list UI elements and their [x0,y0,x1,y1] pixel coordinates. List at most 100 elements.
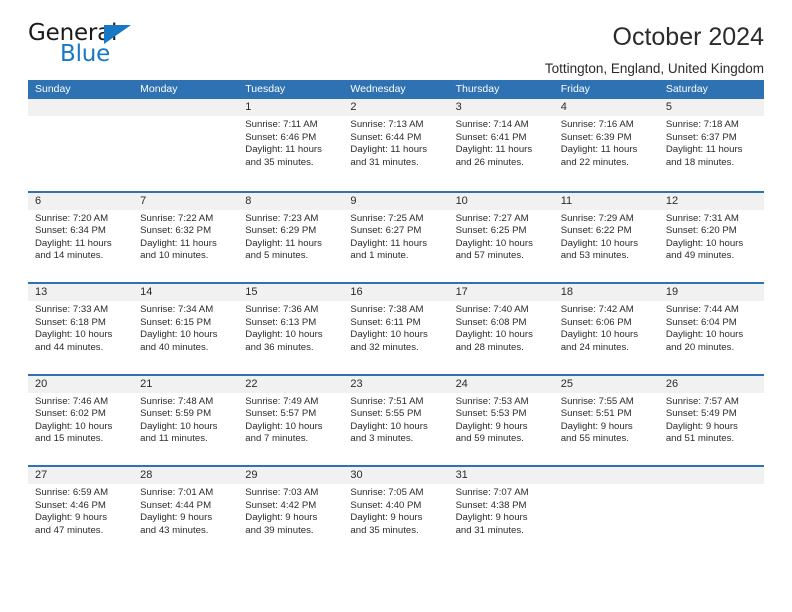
daylight-text-line1: Daylight: 10 hours [665,329,744,341]
sunrise-text: Sunrise: 7:11 AM [245,119,318,130]
calendar-day-cell[interactable]: 19 Sunrise: 7:44 AM Sunset: 6:04 PM Dayligh… [658,284,764,374]
brand-name-blue: Blue [60,41,111,67]
calendar-day-cell[interactable]: 9 Sunrise: 7:25 AM Sunset: 6:27 PM Daylight… [343,192,449,282]
day-details: Sunrise: 7:42 AM Sunset: 6:06 PM Daylight:… [554,301,659,354]
calendar-day-cell[interactable]: 5 Sunrise: 7:18 AM Sunset: 6:37 PM Daylight… [658,99,764,191]
day-number: 29 [245,469,258,481]
calendar-day-cell[interactable]: 28 Sunrise: 7:01 AM Sunset: 4:44 PM Dayligh… [133,467,239,557]
sunset-text: Sunset: 6:06 PM [560,316,632,328]
sunset-text: Sunset: 6:11 PM [350,316,421,328]
brand-logo[interactable]: General Blue [28,22,146,72]
day-number-band: 6 [28,192,134,210]
calendar-weeks: 1 Sunrise: 7:11 AM Sunset: 6:46 PM Daylight… [28,99,764,557]
calendar-day-cell[interactable]: 31 Sunrise: 7:07 AM Sunset: 4:38 PM Dayligh… [448,467,554,557]
day-details: Sunrise: 7:05 AM Sunset: 4:40 PM Daylight:… [343,484,448,537]
sunrise-text: Sunrise: 7:53 AM [455,395,529,407]
daylight-text-line2: and 22 minutes. [560,156,629,168]
calendar-day-cell[interactable]: 11 Sunrise: 7:29 AM Sunset: 6:22 PM Dayligh… [553,192,659,282]
day-number-band: 21 [133,375,239,393]
daylight-text-line1: Daylight: 10 hours [560,329,639,341]
calendar-day-cell[interactable]: 4 Sunrise: 7:16 AM Sunset: 6:39 PM Daylight… [553,99,659,191]
daylight-text-line2: and 7 minutes. [245,433,309,445]
day-number-band [553,467,659,484]
day-number-band [133,99,239,116]
calendar-day-cell[interactable]: 25 Sunrise: 7:55 AM Sunset: 5:51 PM Dayligh… [553,375,659,465]
sunset-text: Sunset: 4:38 PM [455,499,527,511]
daylight-text-line1: Daylight: 11 hours [665,144,743,156]
day-number: 19 [665,286,679,298]
day-number-band: 8 [238,192,344,210]
calendar-day-cell[interactable]: 1 Sunrise: 7:11 AM Sunset: 6:46 PM Daylight… [238,99,344,191]
calendar-day-cell[interactable]: 7 Sunrise: 7:22 AM Sunset: 6:32 PM Daylight… [133,192,239,282]
calendar-day-cell[interactable]: 21 Sunrise: 7:48 AM Sunset: 5:59 PM Dayligh… [133,375,239,465]
day-details: Sunrise: 7:07 AM Sunset: 4:38 PM Daylight:… [449,484,554,537]
day-number-band: 16 [343,284,449,301]
day-number-band: 3 [448,99,554,116]
day-number-band: 12 [658,192,764,210]
sunset-text: Sunset: 5:51 PM [560,408,632,420]
weekday-header-monday: Monday [140,83,178,95]
page-title: October 2024 [612,23,765,51]
sunset-text: Sunset: 6:25 PM [455,225,527,237]
sunset-text: Sunset: 4:42 PM [245,499,317,511]
daylight-text-line2: and 39 minutes. [245,524,314,536]
sunrise-text: Sunrise: 7:44 AM [665,304,739,315]
day-number: 21 [140,377,153,390]
sunrise-text: Sunrise: 7:31 AM [665,212,739,224]
calendar-week-row: 27 Sunrise: 6:59 AM Sunset: 4:46 PM Dayligh… [28,465,764,557]
daylight-text-line2: and 24 minutes. [560,341,629,353]
calendar-day-cell[interactable]: 17 Sunrise: 7:40 AM Sunset: 6:08 PM Dayligh… [448,284,554,374]
calendar-day-cell[interactable]: 3 Sunrise: 7:14 AM Sunset: 6:41 PM Daylight… [448,99,554,191]
sunset-text: Sunset: 6:22 PM [560,225,632,237]
daylight-text-line2: and 51 minutes. [665,433,735,445]
calendar-day-cell[interactable]: 30 Sunrise: 7:05 AM Sunset: 4:40 PM Dayligh… [343,467,449,557]
day-number-band: 28 [133,467,239,484]
day-details: Sunrise: 7:57 AM Sunset: 5:49 PM Daylight:… [659,393,764,446]
sunrise-text: Sunrise: 7:34 AM [140,304,214,315]
daylight-text-line2: and 35 minutes. [350,524,419,536]
calendar-day-cell[interactable]: 6 Sunrise: 7:20 AM Sunset: 6:34 PM Daylight… [28,192,134,282]
daylight-text-line2: and 43 minutes. [140,524,209,536]
day-details: Sunrise: 7:38 AM Sunset: 6:11 PM Daylight:… [343,301,448,354]
day-number: 13 [35,286,48,298]
calendar-day-cell[interactable]: 12 Sunrise: 7:31 AM Sunset: 6:20 PM Dayligh… [658,192,764,282]
day-details: Sunrise: 7:22 AM Sunset: 6:32 PM Daylight:… [133,210,238,263]
day-number: 9 [350,194,357,207]
calendar-day-cell[interactable]: 13 Sunrise: 7:33 AM Sunset: 6:18 PM Dayligh… [28,284,134,374]
calendar-day-cell[interactable]: 20 Sunrise: 7:46 AM Sunset: 6:02 PM Dayligh… [28,375,134,465]
day-number: 16 [350,286,363,298]
calendar-day-cell[interactable]: 14 Sunrise: 7:34 AM Sunset: 6:15 PM Dayligh… [133,284,239,374]
calendar-day-cell[interactable]: 18 Sunrise: 7:42 AM Sunset: 6:06 PM Dayligh… [553,284,659,374]
calendar-day-cell[interactable]: 8 Sunrise: 7:23 AM Sunset: 6:29 PM Daylight… [238,192,344,282]
day-number: 22 [245,377,258,390]
calendar-day-cell[interactable]: 24 Sunrise: 7:53 AM Sunset: 5:53 PM Dayligh… [448,375,554,465]
calendar-day-cell[interactable]: 2 Sunrise: 7:13 AM Sunset: 6:44 PM Daylight… [343,99,449,191]
calendar-day-cell[interactable]: 16 Sunrise: 7:38 AM Sunset: 6:11 PM Dayligh… [343,284,449,374]
day-number: 12 [665,194,679,207]
sunset-text: Sunset: 6:27 PM [350,225,422,237]
day-number: 27 [35,469,48,481]
calendar-day-cell[interactable]: 15 Sunrise: 7:36 AM Sunset: 6:13 PM Dayligh… [238,284,344,374]
weekday-header-row: Sunday Monday Tuesday Wednesday Thursday… [28,80,764,99]
calendar-day-cell[interactable]: 23 Sunrise: 7:51 AM Sunset: 5:55 PM Dayligh… [343,375,449,465]
calendar-day-cell[interactable]: 29 Sunrise: 7:03 AM Sunset: 4:42 PM Dayligh… [238,467,344,557]
day-details: Sunrise: 7:29 AM Sunset: 6:22 PM Daylight:… [554,210,659,263]
calendar-day-cell[interactable]: 10 Sunrise: 7:27 AM Sunset: 6:25 PM Dayligh… [448,192,554,282]
calendar-day-cell[interactable]: 27 Sunrise: 6:59 AM Sunset: 4:46 PM Dayligh… [28,467,134,557]
calendar-day-cell[interactable]: 26 Sunrise: 7:57 AM Sunset: 5:49 PM Dayligh… [658,375,764,465]
calendar-day-cell[interactable]: 22 Sunrise: 7:49 AM Sunset: 5:57 PM Dayligh… [238,375,344,465]
daylight-text-line1: Daylight: 10 hours [455,237,533,249]
sunset-text: Sunset: 6:18 PM [35,316,106,328]
day-number-band: 29 [238,467,344,484]
day-details: Sunrise: 7:33 AM Sunset: 6:18 PM Daylight:… [28,301,133,354]
sunset-text: Sunset: 6:37 PM [665,131,737,143]
day-number: 1 [245,101,252,113]
day-number: 15 [245,286,258,298]
sunrise-text: Sunrise: 7:49 AM [245,395,319,407]
sunset-text: Sunset: 6:20 PM [665,225,737,237]
sunrise-text: Sunrise: 7:07 AM [455,487,529,498]
day-details: Sunrise: 7:31 AM Sunset: 6:20 PM Daylight:… [659,210,764,263]
day-number: 3 [455,101,462,113]
calendar-day-cell-empty [133,99,239,191]
day-details: Sunrise: 6:59 AM Sunset: 4:46 PM Daylight:… [28,484,133,537]
